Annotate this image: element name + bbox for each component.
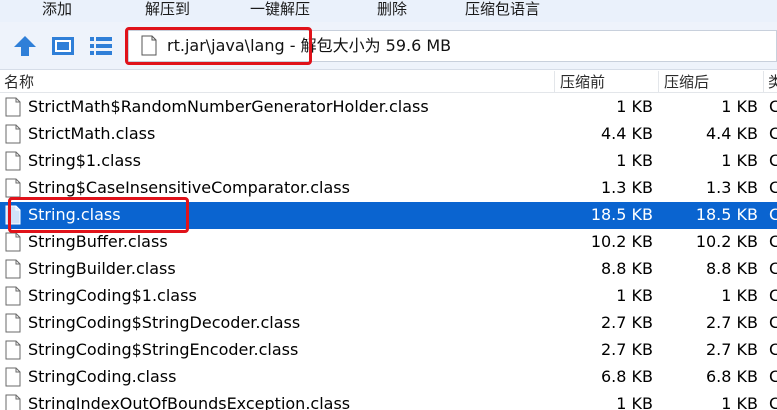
column-divider[interactable] [554,71,555,93]
address-row: rt.jar\java\lang - 解包大小为 59.6 MB [0,22,777,70]
file-size-before: 6.8 KB [601,367,653,386]
file-size-before: 2.7 KB [601,313,653,332]
file-type: C [769,178,777,197]
file-row[interactable]: StringIndexOutOfBoundsException.class 1 … [0,391,777,410]
file-doc-icon [141,35,157,56]
file-type: C [769,394,777,410]
file-icon [5,313,21,333]
file-type: C [769,259,777,278]
file-name: StrictMath$RandomNumberGeneratorHolder.c… [28,97,429,116]
view-list-icon[interactable] [88,34,114,58]
unpacked-size-summary: 解包大小为 59.6 MB [300,36,452,55]
file-size-after: 2.7 KB [706,340,758,359]
file-icon [5,151,21,171]
file-icon [5,286,21,306]
file-row[interactable]: StrictMath.class 4.4 KB 4.4 KB C [0,121,777,148]
file-size-after: 8.8 KB [706,259,758,278]
file-icon [5,394,21,410]
file-type: C [769,205,777,224]
file-row[interactable]: StringCoding$1.class 1 KB 1 KB C [0,283,777,310]
file-type: C [769,340,777,359]
file-name: StringCoding$StringDecoder.class [28,313,301,332]
file-row[interactable]: String$1.class 1 KB 1 KB C [0,148,777,175]
file-size-after: 6.8 KB [706,367,758,386]
file-icon [5,97,21,117]
file-name: StringIndexOutOfBoundsException.class [28,394,351,410]
file-type: C [769,232,777,251]
file-name: StringCoding$StringEncoder.class [28,340,299,359]
file-type: C [769,286,777,305]
path-separator: - [284,36,301,55]
file-name: StringBuilder.class [28,259,176,278]
address-bar[interactable]: rt.jar\java\lang - 解包大小为 59.6 MB [128,30,777,62]
file-row[interactable]: StringBuilder.class 8.8 KB 8.8 KB C [0,256,777,283]
file-list[interactable]: StrictMath$RandomNumberGeneratorHolder.c… [0,94,777,410]
extract-to-button[interactable]: 解压到 [145,0,190,18]
file-row[interactable]: StringBuffer.class 10.2 KB 10.2 KB C [0,229,777,256]
file-icon [5,259,21,279]
file-type: C [769,313,777,332]
column-compressed-before-header[interactable]: 压缩前 [560,71,605,93]
file-row-selected[interactable]: String.class 18.5 KB 18.5 KB C [0,202,777,229]
file-row[interactable]: StrictMath$RandomNumberGeneratorHolder.c… [0,94,777,121]
column-header: 名称 压缩前 压缩后 类 [0,71,777,93]
file-name: StrictMath.class [28,124,156,143]
column-divider[interactable] [658,71,659,93]
file-size-after: 1.3 KB [706,178,758,197]
file-size-before: 4.4 KB [601,124,653,143]
file-size-before: 1 KB [616,394,653,410]
file-size-after: 1 KB [721,394,758,410]
file-size-before: 1 KB [616,151,653,170]
file-icon [5,232,21,252]
file-size-before: 18.5 KB [590,205,653,224]
file-size-after: 1 KB [721,286,758,305]
file-name: StringBuffer.class [28,232,168,251]
file-size-before: 1 KB [616,286,653,305]
file-name: StringCoding.class [28,367,177,386]
file-row[interactable]: StringCoding$StringDecoder.class 2.7 KB … [0,310,777,337]
file-icon [5,205,21,225]
file-size-before: 2.7 KB [601,340,653,359]
file-name: String.class [28,205,121,224]
file-name: String$1.class [28,151,141,170]
file-row[interactable]: StringCoding$StringEncoder.class 2.7 KB … [0,337,777,364]
file-type: C [769,151,777,170]
file-size-after: 10.2 KB [695,232,758,251]
file-name: String$CaseInsensitiveComparator.class [28,178,350,197]
file-size-before: 8.8 KB [601,259,653,278]
archive-path: rt.jar\java\lang [167,36,285,55]
file-name: StringCoding$1.class [28,286,197,305]
column-compressed-after-header[interactable]: 压缩后 [664,71,709,93]
file-size-before: 1 KB [616,97,653,116]
toolbar: 添加 解压到 一键解压 删除 压缩包语言 [0,0,777,22]
file-size-before: 10.2 KB [590,232,653,251]
add-button[interactable]: 添加 [42,0,72,18]
delete-button[interactable]: 删除 [377,0,407,18]
file-icon [5,124,21,144]
file-size-after: 4.4 KB [706,124,758,143]
file-icon [5,340,21,360]
file-size-after: 18.5 KB [695,205,758,224]
address-text: rt.jar\java\lang - 解包大小为 59.6 MB [167,36,451,56]
column-name-header[interactable]: 名称 [4,71,34,93]
file-type: C [769,367,777,386]
column-divider[interactable] [763,71,764,93]
column-type-header[interactable]: 类 [768,71,777,93]
file-size-before: 1.3 KB [601,178,653,197]
file-size-after: 1 KB [721,97,758,116]
up-arrow-icon[interactable] [12,34,38,58]
file-icon [5,367,21,387]
file-size-after: 1 KB [721,151,758,170]
one-click-extract-button[interactable]: 一键解压 [250,0,310,18]
view-details-icon[interactable] [50,34,76,58]
file-type: C [769,124,777,143]
archive-language-button[interactable]: 压缩包语言 [465,0,540,18]
file-row[interactable]: StringCoding.class 6.8 KB 6.8 KB C [0,364,777,391]
file-type: C [769,97,777,116]
file-icon [5,178,21,198]
file-row[interactable]: String$CaseInsensitiveComparator.class 1… [0,175,777,202]
file-size-after: 2.7 KB [706,313,758,332]
